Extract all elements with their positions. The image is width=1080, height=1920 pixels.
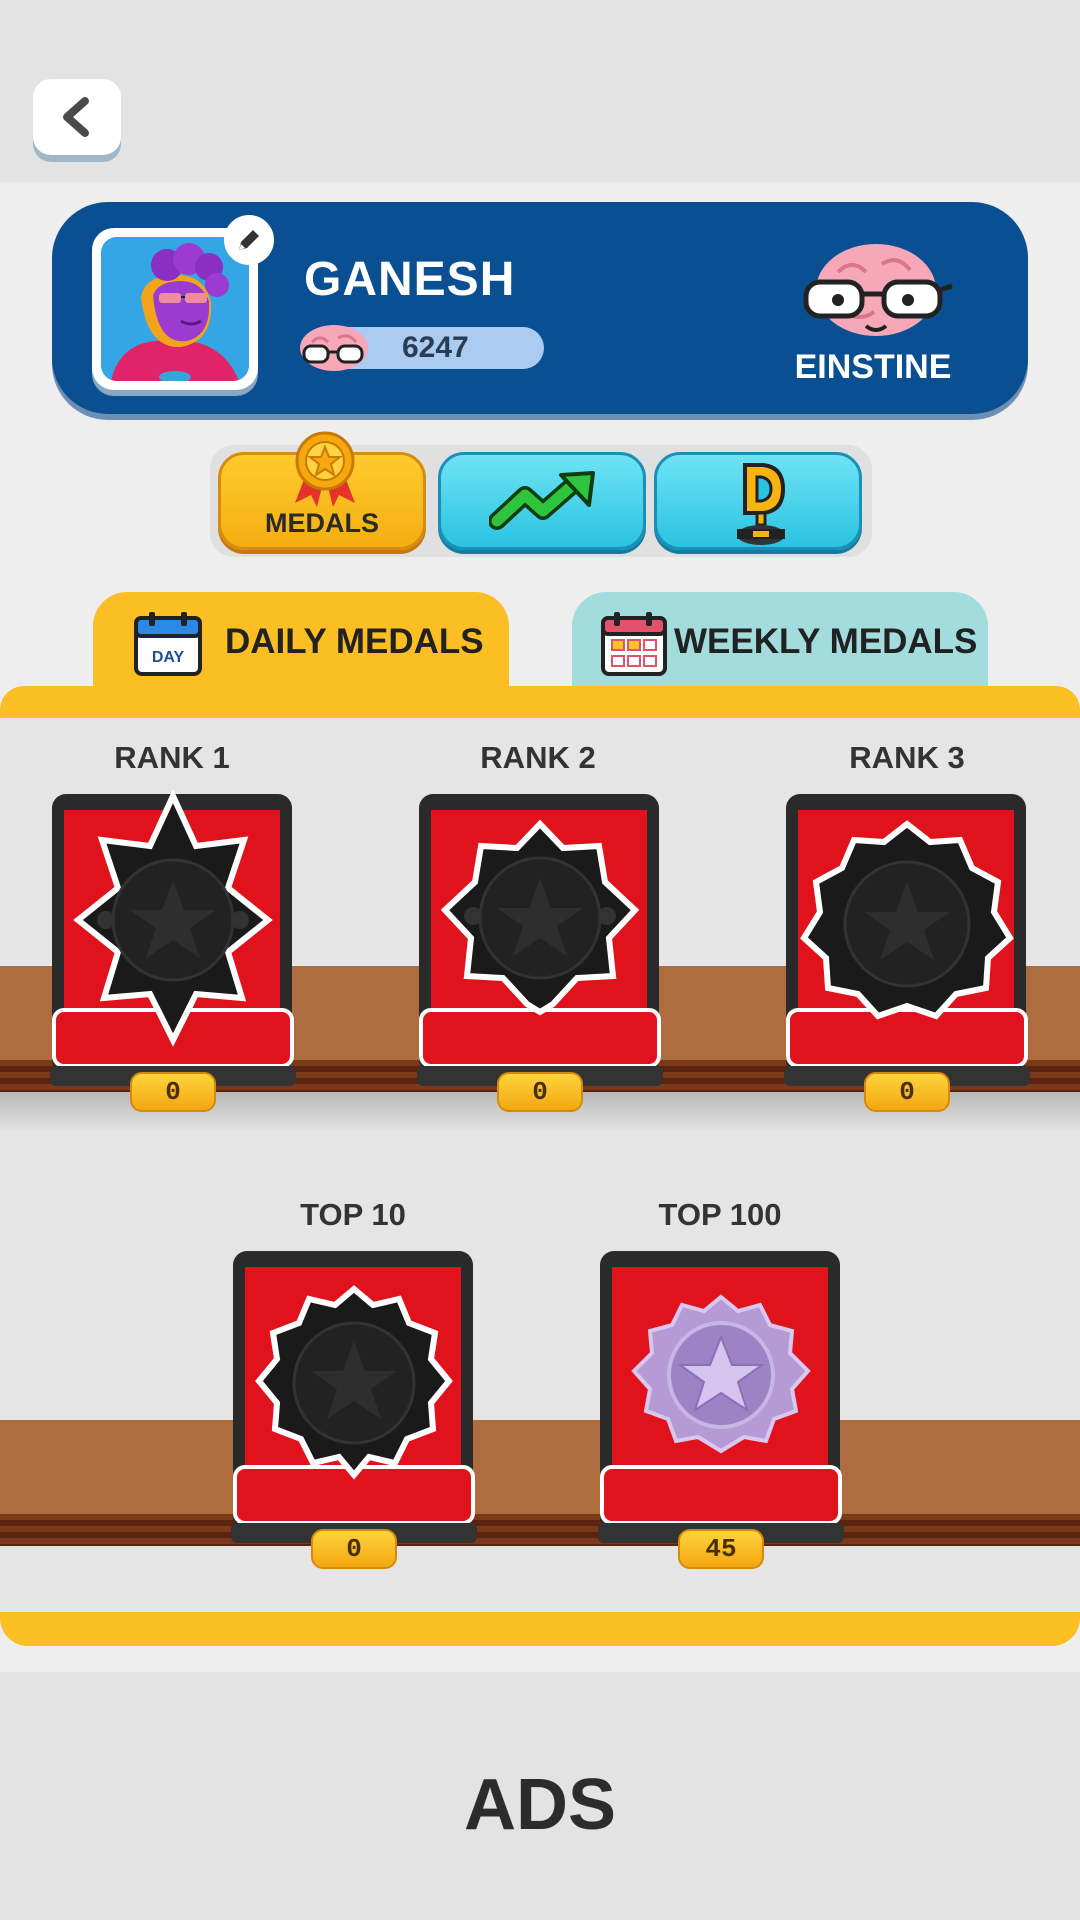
chevron-left-icon	[63, 97, 89, 137]
top10-label: TOP 10	[300, 1197, 406, 1232]
top10-count: 0	[311, 1529, 397, 1569]
top100-label: TOP 100	[658, 1197, 782, 1232]
rank3-label: RANK 3	[849, 740, 965, 775]
top10-medal[interactable]	[227, 1247, 481, 1547]
trophy-mode-button[interactable]	[654, 452, 862, 550]
shelf-bottom	[0, 1420, 1080, 1514]
medal-box-rank3	[784, 794, 1030, 1086]
pencil-icon	[239, 230, 259, 250]
top100-medal[interactable]	[594, 1247, 848, 1547]
medal-box-top10	[231, 1251, 477, 1543]
back-button[interactable]	[33, 79, 121, 155]
rank3-count: 0	[864, 1072, 950, 1112]
edit-profile-button[interactable]	[224, 215, 274, 265]
medals-mode-button[interactable]: MEDALS	[218, 431, 426, 550]
rank2-label: RANK 2	[480, 740, 596, 775]
panel-bottom-border	[0, 1612, 1080, 1646]
profile-card: GANESH 6247 EINSTINE	[52, 202, 1028, 414]
rank2-count: 0	[497, 1072, 583, 1112]
rank-title: EINSTINE	[794, 348, 952, 386]
ads-label: ADS	[463, 1765, 616, 1845]
tab-weekly-medals[interactable]: WEEKLY MEDALS	[572, 592, 988, 688]
medal-icon	[295, 431, 355, 507]
rank2-medal[interactable]	[413, 790, 667, 1090]
shelf-bottom-edge	[0, 1514, 1080, 1546]
einstein-brain-icon	[803, 244, 953, 336]
tab-daily-medals[interactable]: DAY DAILY MEDALS	[93, 592, 509, 688]
calendar-day-icon: DAY	[134, 612, 202, 676]
top-bar	[0, 0, 1080, 182]
panel-top-border	[0, 686, 1080, 718]
trend-up-icon	[489, 471, 595, 530]
ad-banner[interactable]: ADS	[0, 1672, 1080, 1920]
trophy-icon	[737, 463, 786, 545]
calendar-day-text: DAY	[152, 649, 185, 666]
tab-daily-label: DAILY MEDALS	[225, 622, 484, 661]
rank1-medal[interactable]	[46, 788, 300, 1090]
avatar-image	[101, 237, 249, 381]
brain-glasses-icon	[300, 325, 368, 371]
score-value: 6247	[402, 331, 469, 364]
top100-count: 45	[678, 1529, 764, 1569]
tab-weekly-label: WEEKLY MEDALS	[674, 622, 978, 661]
medals-mode-label: MEDALS	[265, 508, 379, 538]
rank3-medal[interactable]	[780, 790, 1034, 1090]
medal-box-top100	[598, 1251, 844, 1543]
calendar-week-icon	[601, 612, 667, 676]
medal-box-rank1	[50, 788, 296, 1086]
rank1-count: 0	[130, 1072, 216, 1112]
medal-box-rank2	[417, 794, 663, 1086]
player-name: GANESH	[304, 253, 516, 306]
stats-mode-button[interactable]	[438, 452, 646, 550]
rank1-label: RANK 1	[114, 740, 230, 775]
